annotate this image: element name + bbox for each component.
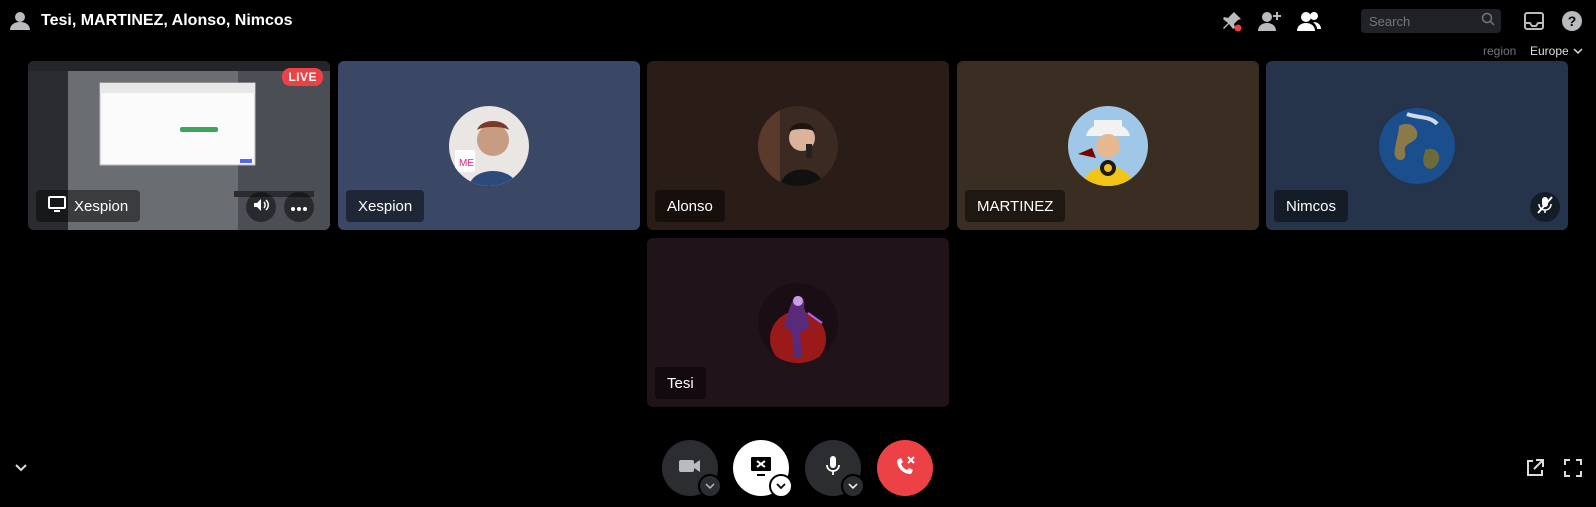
chevron-down-icon[interactable]	[9, 456, 33, 480]
camera-icon	[678, 458, 702, 479]
name-tag: Alonso	[655, 190, 725, 222]
help-icon[interactable]: ?	[1560, 9, 1584, 33]
participant-name: Tesi	[667, 374, 694, 392]
region-label: region	[1483, 44, 1517, 58]
more-icon	[291, 198, 307, 216]
microphone-icon	[825, 455, 841, 482]
participant-tile[interactable]: Tesi	[647, 238, 949, 407]
camera-options-caret[interactable]	[698, 474, 722, 498]
participant-name: Alonso	[667, 197, 713, 215]
member-list-icon[interactable]	[1297, 9, 1321, 33]
hero-avatar	[758, 283, 838, 363]
earth-avatar	[1377, 106, 1457, 186]
stream-name-tag: Xespion	[36, 190, 141, 222]
svg-text:ME: ME	[459, 158, 474, 169]
screen-share-icon	[48, 196, 66, 216]
name-tag: Xespion	[346, 190, 425, 222]
mirror-avatar	[758, 106, 838, 186]
hang-up-icon	[893, 454, 917, 483]
muted-indicator	[1530, 192, 1560, 222]
inbox-icon[interactable]	[1522, 9, 1546, 33]
fullscreen-icon[interactable]	[1561, 456, 1585, 480]
participant-tile[interactable]: Alonso	[647, 61, 949, 230]
search-input[interactable]	[1367, 12, 1481, 30]
people-icon	[10, 11, 32, 31]
volume-icon	[253, 197, 269, 218]
participant-name: Nimcos	[1286, 197, 1337, 215]
participant-name: Xespion	[74, 197, 129, 215]
region-value: Europe	[1530, 44, 1569, 58]
participant-name: MARTINEZ	[977, 197, 1054, 215]
stream-volume-button[interactable]	[246, 192, 276, 222]
live-badge: LIVE	[282, 68, 323, 86]
name-tag: Nimcos	[1274, 190, 1349, 222]
stop-screen-share-icon	[749, 455, 773, 482]
anime-avatar	[1068, 106, 1148, 186]
camera-button[interactable]	[662, 440, 722, 498]
disconnect-button[interactable]	[877, 440, 933, 496]
region-dropdown[interactable]: Europe	[1530, 44, 1583, 58]
face-avatar: ME	[449, 106, 529, 186]
search-icon	[1481, 12, 1495, 31]
participant-tile[interactable]: MARTINEZ	[957, 61, 1259, 230]
participant-tile[interactable]: ME Xespion	[338, 61, 640, 230]
microphone-options-caret[interactable]	[841, 474, 865, 498]
name-tag: Tesi	[655, 367, 706, 399]
chevron-down-icon	[1573, 44, 1583, 58]
call-title: Tesi, MARTINEZ, Alonso, Nimcos	[41, 12, 293, 29]
name-tag: MARTINEZ	[965, 190, 1066, 222]
pin-icon[interactable]	[1220, 9, 1244, 33]
mic-muted-icon	[1537, 195, 1553, 219]
screen-share-options-caret[interactable]	[769, 474, 793, 498]
search-field[interactable]	[1361, 9, 1501, 33]
stream-more-button[interactable]	[284, 192, 314, 222]
microphone-button[interactable]	[805, 440, 865, 498]
svg-text:?: ?	[1568, 13, 1577, 29]
add-friend-icon[interactable]	[1258, 9, 1282, 33]
participant-tile[interactable]: Nimcos	[1266, 61, 1568, 230]
pop-out-icon[interactable]	[1523, 456, 1547, 480]
participant-name: Xespion	[358, 197, 413, 215]
screen-share-button[interactable]	[733, 440, 793, 498]
stream-tile[interactable]: LIVE Xespion	[28, 61, 330, 230]
